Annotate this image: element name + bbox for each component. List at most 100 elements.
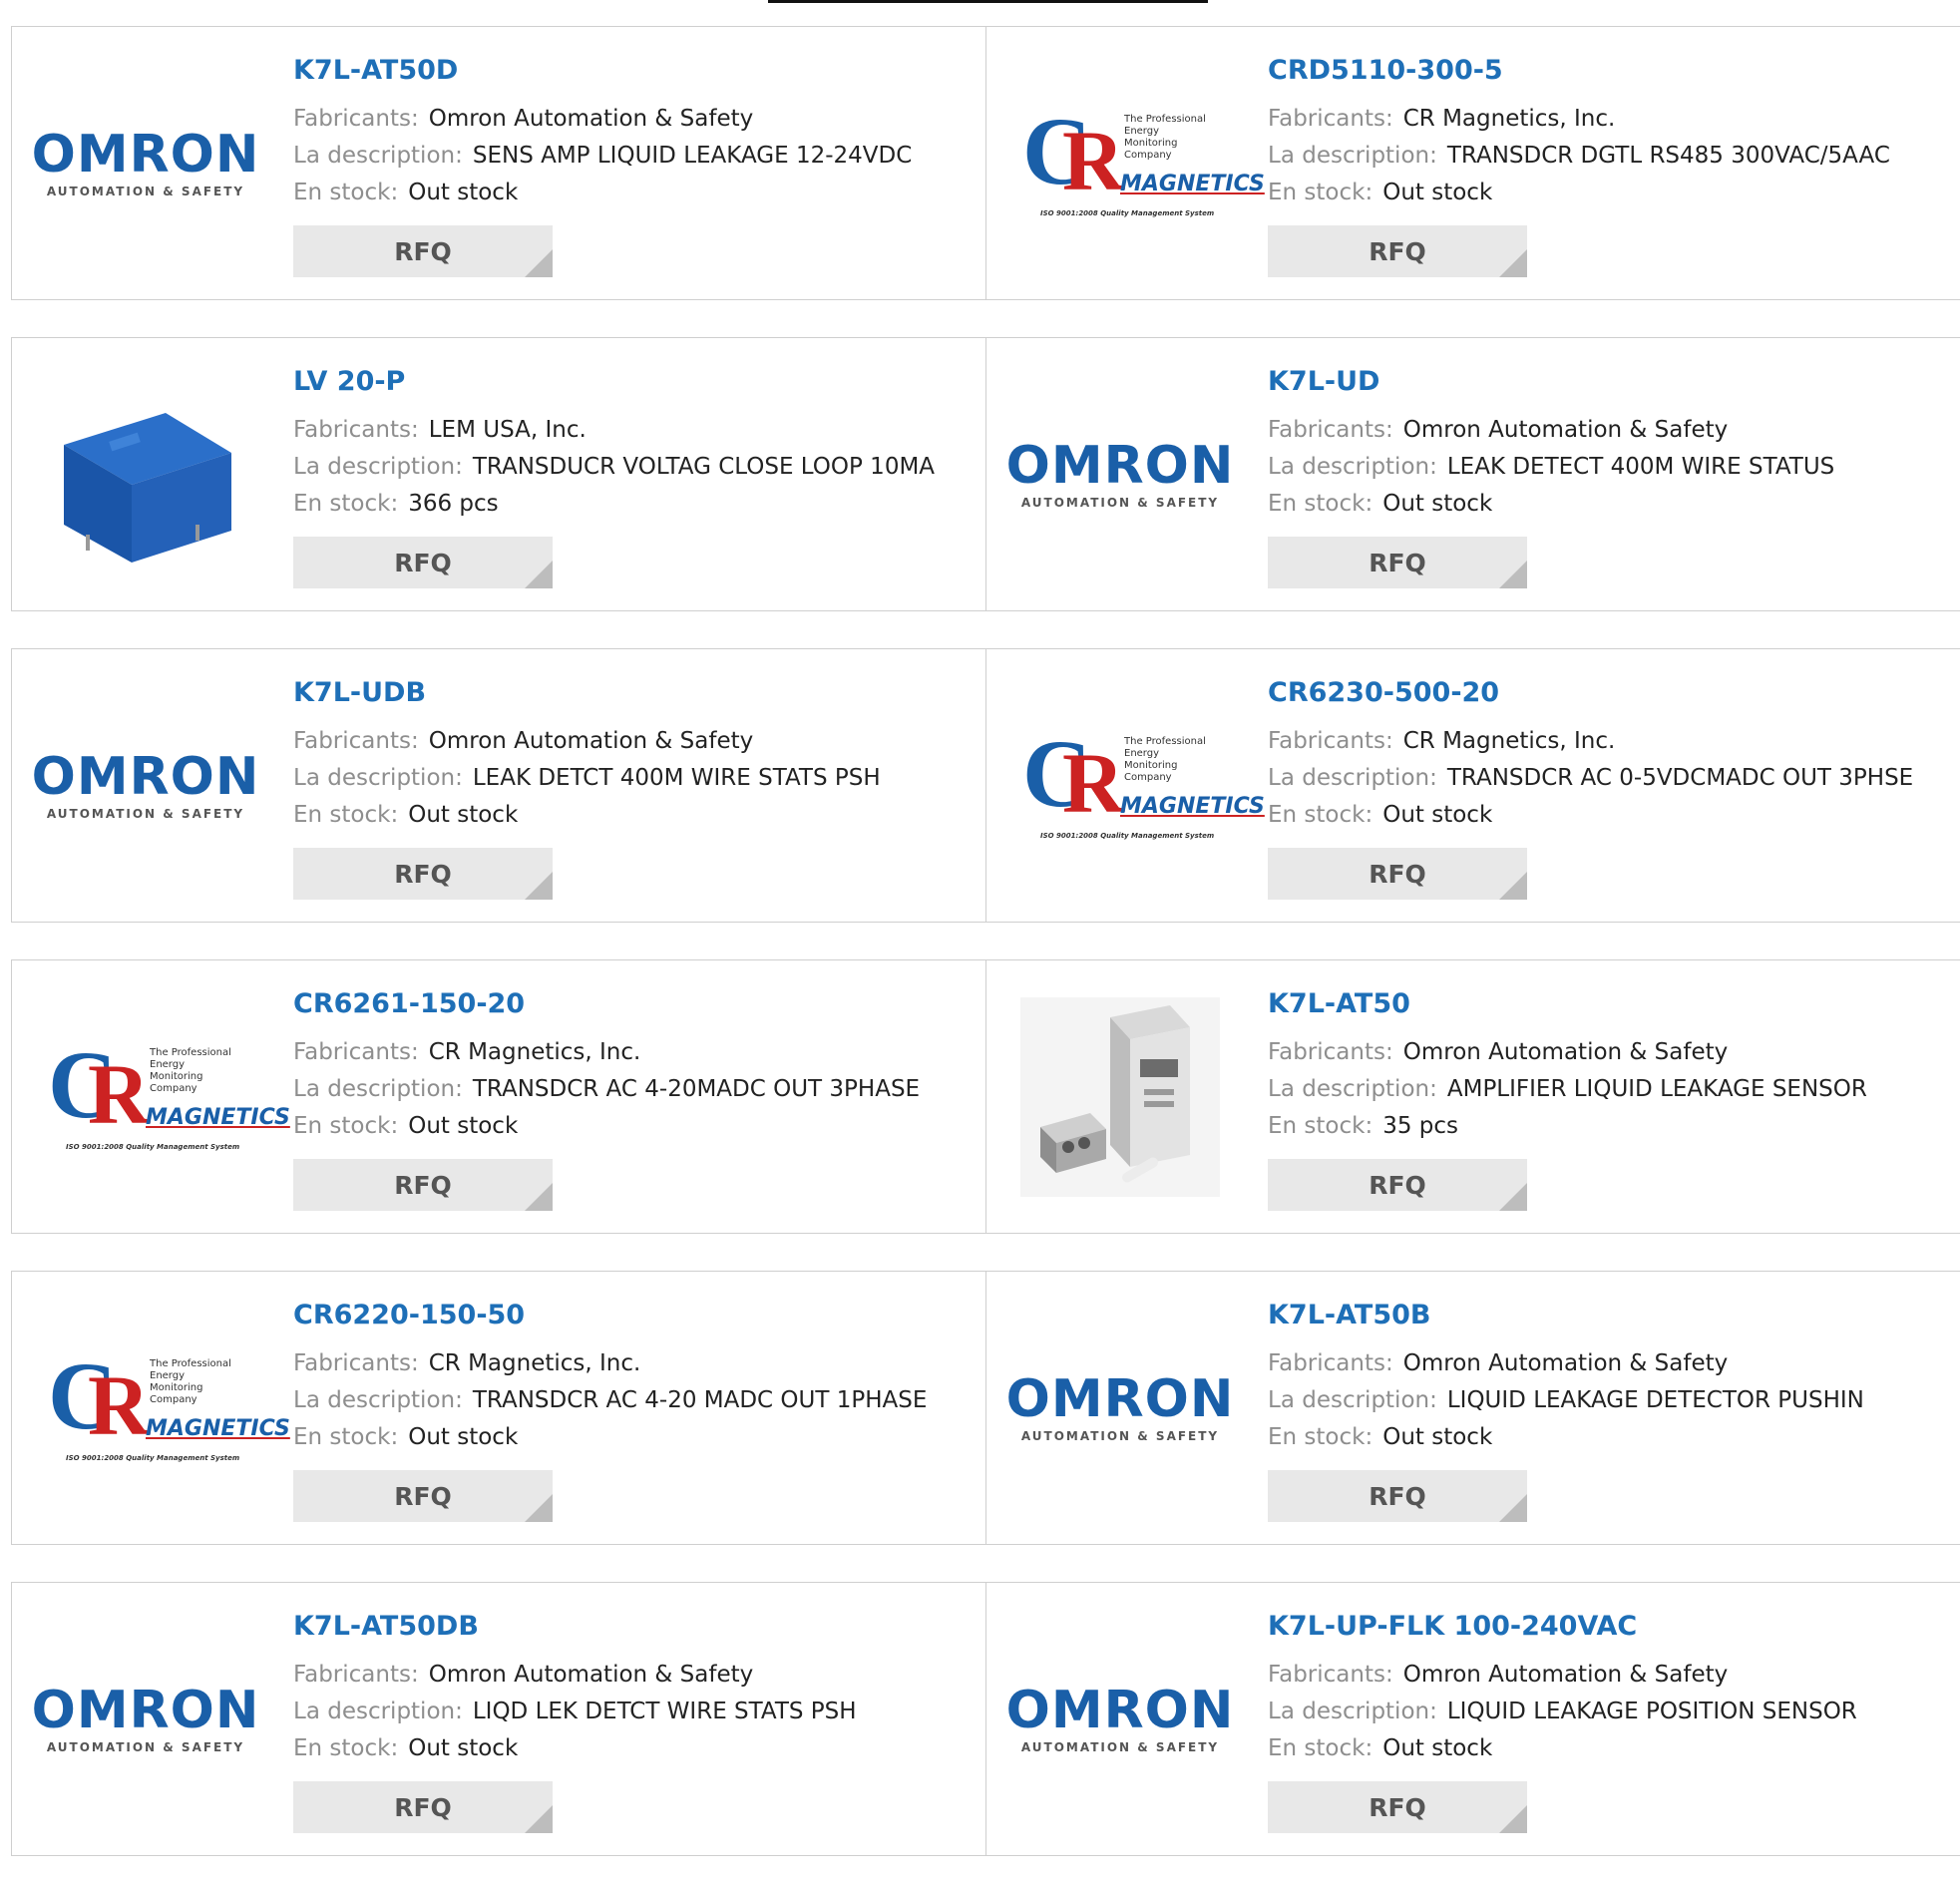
omron-logo[interactable]: OMRON AUTOMATION & SAFETY <box>1006 1309 1234 1508</box>
product-part-number-link[interactable]: CRD5110-300-5 <box>1268 51 1890 91</box>
omron-logo[interactable]: OMRON AUTOMATION & SAFETY <box>32 64 259 263</box>
description-value: TRANSDUCR VOLTAG CLOSE LOOP 10MA <box>472 454 936 480</box>
blue-transducer-photo[interactable] <box>46 375 245 574</box>
corner-triangle-icon <box>1499 1183 1527 1211</box>
description-value: TRANSDCR DGTL RS485 300VAC/5AAC <box>1446 143 1890 169</box>
manufacturer-value: Omron Automation & Safety <box>428 728 754 754</box>
product-part-number-link[interactable]: K7L-AT50DB <box>293 1607 857 1647</box>
stock-value: Out stock <box>1382 802 1493 828</box>
cr-magnetics-logo[interactable]: C R The Professional Energy Monitoring Com… <box>1020 686 1265 886</box>
corner-triangle-icon <box>1499 1494 1527 1522</box>
corner-triangle-icon <box>525 249 553 277</box>
description-label: La description: <box>1268 1699 1437 1724</box>
cr-logo-iso: ISO 9001:2008 Quality Management System <box>66 1142 240 1151</box>
corner-triangle-icon <box>1499 872 1527 900</box>
rfq-button[interactable]: RFQ <box>1268 848 1527 900</box>
omron-logo[interactable]: OMRON AUTOMATION & SAFETY <box>32 686 259 886</box>
rfq-button[interactable]: RFQ <box>293 537 553 588</box>
stock-label: En stock: <box>293 1113 399 1139</box>
cr-logo-tagline: The Professional Energy Monitoring Compa… <box>1124 113 1206 161</box>
cr-magnetics-logo[interactable]: C R The Professional Energy Monitoring Com… <box>1020 64 1265 263</box>
stock-value: Out stock <box>1382 1735 1493 1761</box>
rfq-button-label: RFQ <box>1369 1792 1426 1822</box>
manufacturer-value: Omron Automation & Safety <box>1402 1039 1729 1065</box>
cr-logo-tagline: The Professional Energy Monitoring Compa… <box>150 1046 231 1094</box>
omron-logo-word: OMRON <box>1005 1680 1235 1740</box>
manufacturer-label: Fabricants: <box>293 1039 419 1065</box>
rfq-button[interactable]: RFQ <box>1268 1470 1527 1522</box>
cr-logo-r: R <box>1062 734 1125 831</box>
stock-label: En stock: <box>293 491 399 517</box>
rfq-button[interactable]: RFQ <box>1268 1781 1527 1833</box>
product-row: C R The Professional Energy Monitoring Com… <box>11 959 1960 1234</box>
cr-logo-iso: ISO 9001:2008 Quality Management System <box>1040 831 1215 840</box>
rfq-button[interactable]: RFQ <box>293 225 553 277</box>
cr-logo-magnetics: MAGNETICS <box>1120 793 1265 819</box>
omron-logo-sub: AUTOMATION & SAFETY <box>46 806 245 821</box>
manufacturer-value: CR Magnetics, Inc. <box>1402 106 1616 132</box>
product-part-number-link[interactable]: CR6220-150-50 <box>293 1296 927 1335</box>
rfq-button[interactable]: RFQ <box>293 1159 553 1211</box>
product-part-number-link[interactable]: CR6261-150-20 <box>293 984 920 1024</box>
cr-magnetics-logo[interactable]: C R The Professional Energy Monitoring Com… <box>46 1309 290 1508</box>
product-part-number-link[interactable]: K7L-AT50B <box>1268 1296 1864 1335</box>
manufacturer-label: Fabricants: <box>293 1662 419 1688</box>
rfq-button-label: RFQ <box>394 236 452 266</box>
cr-logo-magnetics: MAGNETICS <box>146 1415 290 1441</box>
manufacturer-label: Fabricants: <box>293 728 419 754</box>
omron-logo-word: OMRON <box>31 124 260 185</box>
omron-logo-sub: AUTOMATION & SAFETY <box>1020 1739 1220 1754</box>
rfq-button[interactable]: RFQ <box>293 1470 553 1522</box>
product-card: OMRON AUTOMATION & SAFETY K7L-UD Fabrican… <box>986 338 1960 610</box>
description-label: La description: <box>1268 1076 1437 1102</box>
stock-label: En stock: <box>293 1424 399 1450</box>
product-part-number-link[interactable]: LV 20-P <box>293 362 935 402</box>
cr-logo-tagline: The Professional Energy Monitoring Compa… <box>1124 735 1206 783</box>
amplifier-sensor-photo[interactable] <box>1020 996 1220 1197</box>
rfq-button[interactable]: RFQ <box>1268 1159 1527 1211</box>
stock-value: 35 pcs <box>1382 1113 1459 1139</box>
product-part-number-link[interactable]: K7L-AT50D <box>293 51 912 91</box>
rfq-button[interactable]: RFQ <box>293 848 553 900</box>
description-value: TRANSDCR AC 4-20 MADC OUT 1PHASE <box>472 1387 928 1413</box>
description-label: La description: <box>293 1699 463 1724</box>
product-card: OMRON AUTOMATION & SAFETY K7L-UP-FLK 100-… <box>986 1583 1960 1855</box>
stock-value: Out stock <box>408 802 519 828</box>
cr-logo-r: R <box>88 1356 151 1453</box>
product-card: OMRON AUTOMATION & SAFETY K7L-AT50DB Fabr… <box>12 1583 986 1855</box>
omron-logo[interactable]: OMRON AUTOMATION & SAFETY <box>1006 375 1234 574</box>
cr-magnetics-logo[interactable]: C R The Professional Energy Monitoring Com… <box>46 997 290 1197</box>
description-value: SENS AMP LIQUID LEAKAGE 12-24VDC <box>472 143 913 169</box>
description-value: TRANSDCR AC 0-5VDCMADC OUT 3PHSE <box>1446 765 1914 791</box>
product-part-number-link[interactable]: K7L-AT50 <box>1268 984 1867 1024</box>
manufacturer-value: Omron Automation & Safety <box>1402 1662 1729 1688</box>
stock-label: En stock: <box>1268 1113 1373 1139</box>
product-part-number-link[interactable]: CR6230-500-20 <box>1268 673 1913 713</box>
product-row: C R The Professional Energy Monitoring Com… <box>11 1271 1960 1545</box>
omron-logo-word: OMRON <box>1005 1368 1235 1429</box>
rfq-button[interactable]: RFQ <box>1268 225 1527 277</box>
product-part-number-link[interactable]: K7L-UP-FLK 100-240VAC <box>1268 1607 1857 1647</box>
product-row: OMRON AUTOMATION & SAFETY K7L-AT50D Fabri… <box>11 26 1960 300</box>
manufacturer-value: CR Magnetics, Inc. <box>1402 728 1616 754</box>
omron-logo[interactable]: OMRON AUTOMATION & SAFETY <box>32 1620 259 1819</box>
stock-value: Out stock <box>1382 180 1493 205</box>
omron-logo[interactable]: OMRON AUTOMATION & SAFETY <box>1006 1620 1234 1819</box>
manufacturer-value: Omron Automation & Safety <box>428 1662 754 1688</box>
rfq-button-label: RFQ <box>394 548 452 577</box>
description-label: La description: <box>293 454 463 480</box>
product-card: C R The Professional Energy Monitoring Com… <box>12 1272 986 1544</box>
manufacturer-label: Fabricants: <box>1268 1350 1393 1376</box>
description-value: LIQD LEK DETCT WIRE STATS PSH <box>472 1699 857 1724</box>
cr-logo-tagline: The Professional Energy Monitoring Compa… <box>150 1357 231 1405</box>
manufacturer-value: CR Magnetics, Inc. <box>428 1350 641 1376</box>
rfq-button[interactable]: RFQ <box>293 1781 553 1833</box>
corner-triangle-icon <box>525 1805 553 1833</box>
product-part-number-link[interactable]: K7L-UD <box>1268 362 1834 402</box>
product-row: OMRON AUTOMATION & SAFETY K7L-AT50DB Fabr… <box>11 1582 1960 1856</box>
rfq-button[interactable]: RFQ <box>1268 537 1527 588</box>
stock-label: En stock: <box>1268 180 1373 205</box>
product-part-number-link[interactable]: K7L-UDB <box>293 673 881 713</box>
manufacturer-label: Fabricants: <box>293 106 419 132</box>
stock-value: Out stock <box>408 1424 519 1450</box>
